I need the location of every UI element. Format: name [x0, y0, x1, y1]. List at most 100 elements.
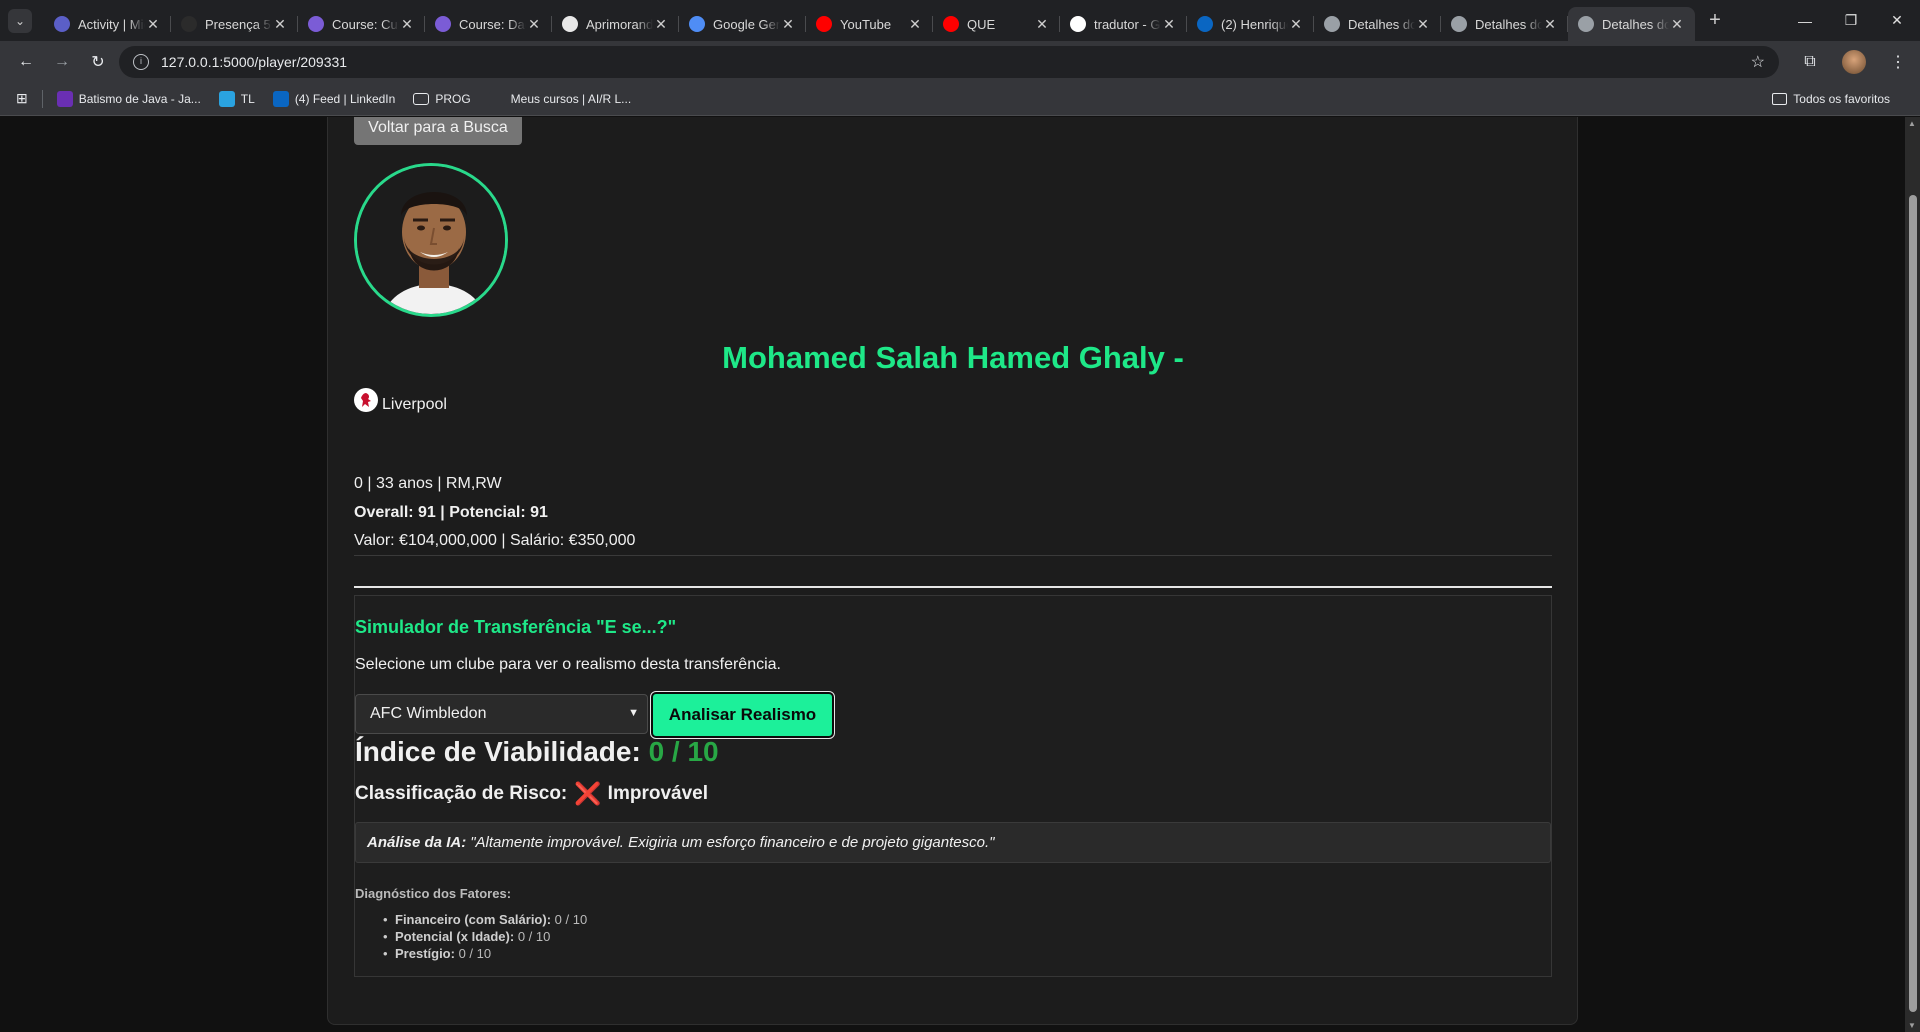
browser-toolbar: ← → ↻ i 127.0.0.1:5000/player/209331 ☆ ⧉… [0, 41, 1920, 82]
bookmark-list: Batismo de Java - Ja... TL (4) Feed | Link… [56, 90, 649, 107]
browser-tab[interactable]: Aprimorando ✕ [552, 7, 679, 41]
tab-search-menu[interactable]: ⌄ [8, 8, 32, 33]
gemini-icon [689, 16, 705, 32]
tab-label: tradutor - Google [1094, 16, 1161, 32]
browser-tab[interactable]: Activity | Microsoft Teams✕ [44, 7, 171, 41]
forward-nav-button[interactable]: → [44, 46, 80, 78]
close-tab-icon[interactable]: ✕ [1034, 16, 1050, 33]
divider [354, 555, 1552, 556]
tab-label: Detalhes do Jogador [1602, 16, 1669, 32]
bookmark-label: TL [240, 91, 255, 106]
close-tab-icon[interactable]: ✕ [399, 16, 415, 33]
browser-tab[interactable]: QUE ✕ [933, 7, 1060, 41]
address-bar[interactable]: i 127.0.0.1:5000/player/209331 ☆ [119, 46, 1779, 78]
reload-button[interactable]: ↻ [80, 46, 116, 78]
selected-club: AFC Wimbledon [370, 705, 487, 722]
simulator-description: Selecione um clube para ver o realismo d… [355, 656, 781, 673]
close-tab-icon[interactable]: ✕ [1542, 16, 1558, 33]
minimize-button[interactable]: — [1782, 0, 1828, 41]
folder-icon [1772, 92, 1788, 105]
tab-label: Course: Dados [459, 16, 526, 32]
close-window-button[interactable]: ✕ [1874, 0, 1920, 41]
pen-icon [488, 90, 505, 107]
close-tab-icon[interactable]: ✕ [1415, 16, 1431, 33]
chevron-down-icon: ▼ [628, 707, 639, 719]
browser-tab[interactable]: Course: Dados✕ [425, 7, 552, 41]
telegram-icon [218, 90, 235, 107]
browser-tab[interactable]: (2) Henrique ✕ [1187, 7, 1314, 41]
extensions-icon[interactable]: ⧉ [1788, 53, 1832, 71]
close-tab-icon[interactable]: ✕ [1161, 16, 1177, 33]
liverbird-icon [354, 388, 378, 412]
restore-button[interactable]: ❐ [1828, 0, 1874, 41]
bookmark-item[interactable]: TL [218, 90, 255, 107]
globe-icon [1451, 16, 1467, 32]
globe-icon [1324, 16, 1340, 32]
youtube-icon [816, 16, 832, 32]
ai-analysis-text: "Altamente improvável. Exigiria um esfor… [470, 834, 995, 851]
browser-tab[interactable]: Google Gemini✕ [679, 7, 806, 41]
browser-tab[interactable]: Course: Curso✕ [298, 7, 425, 41]
bookmark-label: Meus cursos | AI/R L... [510, 91, 632, 106]
browser-tab[interactable]: Detalhes do Jogador✕ [1441, 7, 1568, 41]
close-tab-icon[interactable]: ✕ [526, 16, 542, 33]
bookmark-item[interactable]: PROG [413, 91, 471, 107]
back-nav-button[interactable]: ← [8, 46, 44, 78]
factor-list: Financeiro (com Salário): 0 / 10 Potenci… [383, 911, 587, 962]
all-bookmarks-label: Todos os favoritos [1793, 91, 1890, 106]
page-viewport: Voltar para a Busca Mohamed Salah Hamed … [0, 117, 1905, 1032]
tab-label: QUE [967, 16, 996, 32]
tab-label: Activity | Microsoft Teams [78, 16, 145, 32]
tab-label: Google Gemini [713, 16, 780, 32]
transfer-simulator: Simulador de Transferência "E se...?" Se… [354, 595, 1552, 977]
browser-tab[interactable]: Presença 5 ✕ [171, 7, 298, 41]
back-to-search-button[interactable]: Voltar para a Busca [354, 117, 522, 145]
all-bookmarks-folder[interactable]: Todos os favoritos [1772, 92, 1890, 106]
bookmarks-divider [41, 89, 43, 108]
divider [354, 586, 1552, 588]
new-tab-button[interactable]: + [1699, 9, 1731, 32]
profile-avatar[interactable] [1842, 49, 1866, 74]
browser-tab[interactable]: YouTube ✕ [806, 7, 933, 41]
close-tab-icon[interactable]: ✕ [653, 16, 669, 33]
close-tab-icon[interactable]: ✕ [780, 16, 796, 33]
scrollbar-thumb[interactable] [1909, 195, 1917, 1012]
bookmark-label: PROG [435, 91, 471, 106]
bookmark-item[interactable]: Batismo de Java - Ja... [56, 90, 201, 107]
viability-index: Índice de Viabilidade: 0 / 10 [355, 736, 719, 768]
bookmark-item[interactable]: (4) Feed | LinkedIn [272, 90, 396, 107]
scroll-down-icon[interactable]: ▼ [1908, 1021, 1916, 1030]
tab-label: Detalhes do Jogador [1348, 16, 1415, 32]
tab-list: Activity | Microsoft Teams✕Presença 5✕Co… [44, 0, 1695, 41]
analyze-realism-button[interactable]: Analisar Realismo [650, 691, 835, 739]
site-info-icon[interactable]: i [133, 54, 149, 70]
ai-analysis-label: Análise da IA: [367, 834, 467, 851]
scroll-up-icon[interactable]: ▲ [1908, 119, 1916, 128]
browser-tab[interactable]: tradutor - Google✕ [1060, 7, 1187, 41]
chevron-down-icon: ⌄ [14, 13, 26, 28]
close-tab-icon[interactable]: ✕ [907, 16, 923, 33]
tab-label: Course: Curso [332, 16, 399, 32]
close-tab-icon[interactable]: ✕ [145, 16, 161, 33]
viability-label: Índice de Viabilidade: [355, 736, 641, 767]
course-icon [435, 16, 451, 32]
browser-tab[interactable]: Detalhes do Jogador✕ [1568, 7, 1695, 41]
tab-label: YouTube [840, 16, 892, 32]
diagnostics-title: Diagnóstico dos Fatores: [355, 886, 512, 901]
google-icon [1070, 16, 1086, 32]
close-tab-icon[interactable]: ✕ [1669, 16, 1685, 33]
close-tab-icon[interactable]: ✕ [1288, 16, 1304, 33]
risk-label: Classificação de Risco: [355, 783, 568, 804]
ai-analysis: Análise da IA: "Altamente improvável. Ex… [355, 822, 1551, 863]
browser-tab[interactable]: Detalhes do Jogador✕ [1314, 7, 1441, 41]
list-item: Financeiro (com Salário): 0 / 10 [383, 911, 587, 928]
club-line: Liverpool [354, 388, 447, 414]
page-scrollbar[interactable]: ▲ ▼ [1905, 117, 1920, 1032]
close-tab-icon[interactable]: ✕ [272, 16, 288, 33]
bookmark-item[interactable]: Meus cursos | AI/R L... [488, 90, 632, 107]
apps-grid-icon[interactable]: ⊞ [16, 90, 28, 107]
club-select[interactable]: AFC Wimbledon ▼ [355, 694, 648, 734]
more-menu-icon[interactable]: ⋮ [1876, 52, 1920, 72]
bookmark-label: (4) Feed | LinkedIn [294, 91, 396, 106]
bookmark-star-icon[interactable]: ☆ [1751, 52, 1765, 72]
